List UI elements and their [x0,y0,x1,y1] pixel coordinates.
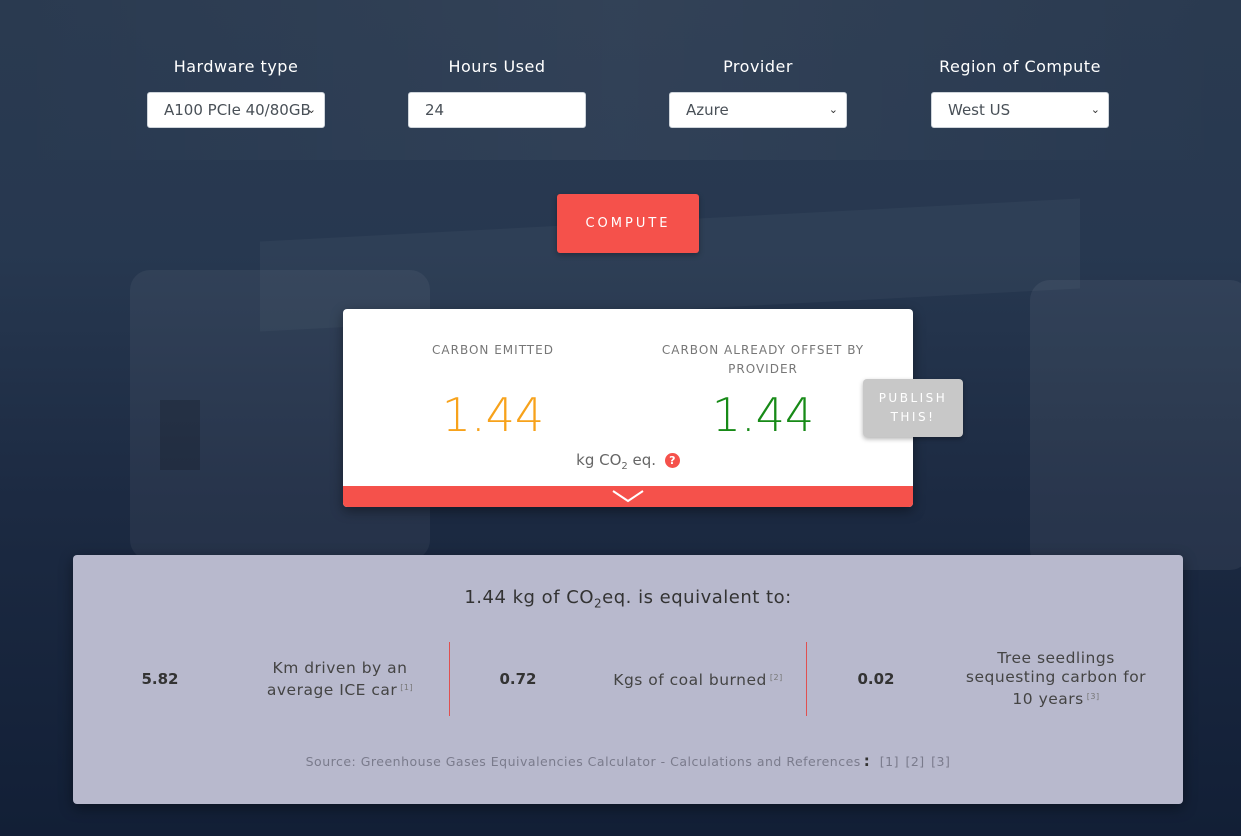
unit-prefix: kg CO [576,451,622,469]
equivalent-description: Km driven by an average ICE car [1] [240,642,440,716]
description-text: Km driven by an average ICE car [266,658,408,699]
provider-field: Provider Azure ⌄ [669,56,847,128]
heading-suffix: eq. is equivalent to: [602,587,792,608]
source-link-1[interactable]: [1] [880,754,899,769]
hardware-type-value: A100 PCIe 40/80GB [164,101,311,119]
equivalent-value: 0.72 [499,670,537,688]
hardware-type-field: Hardware type A100 PCIe 40/80GB ⌄ [147,56,325,128]
carbon-offset-title: CARBON ALREADY OFFSET BY PROVIDER [661,343,865,376]
background-shape [1030,280,1241,570]
calculator-form: Hardware type A100 PCIe 40/80GB ⌄ Hours … [0,56,1241,136]
description-text: Kgs of coal burned [613,671,767,689]
hours-used-value: 24 [425,101,445,119]
reference-marker: [2] [769,673,783,682]
provider-label: Provider [723,57,793,76]
source-colon: : [863,752,871,770]
heading-subscript: 2 [594,596,603,611]
expand-bar[interactable] [343,486,913,507]
heading-prefix: 1.44 kg of CO [464,587,594,608]
equivalent-value: 5.82 [141,670,179,688]
carbon-offset-value: 1.44 [711,388,815,442]
unit-suffix: eq. [627,451,657,469]
source-link-2[interactable]: [2] [905,754,924,769]
publish-button[interactable]: PUBLISH THIS! [863,379,963,437]
description-text: Tree seedlings sequesting carbon for 10 … [965,649,1147,708]
equivalent-description: Tree seedlings sequesting carbon for 10 … [956,642,1156,716]
region-field: Region of Compute West US ⌄ [931,56,1109,128]
provider-value: Azure [686,101,729,119]
reference-marker: [1] [400,682,414,692]
divider [806,642,807,716]
divider [449,642,450,716]
equivalents-panel: 1.44 kg of CO2eq. is equivalent to: 5.82… [73,555,1183,804]
equivalent-description: Kgs of coal burned [2] [598,642,798,716]
region-value: West US [948,101,1011,119]
carbon-emitted-value: 1.44 [441,388,545,442]
unit-label: kg CO2 eq. ? [343,451,913,472]
help-icon[interactable]: ? [664,453,680,468]
chevron-down-icon [612,490,644,503]
reference-marker: [3] [1086,692,1100,701]
provider-select[interactable]: Azure ⌄ [669,92,847,128]
hours-used-input[interactable]: 24 [408,92,586,128]
hours-used-label: Hours Used [448,57,546,76]
chevron-down-icon: ⌄ [306,103,316,116]
carbon-offset-column: CARBON ALREADY OFFSET BY PROVIDER 1.44 [643,341,883,443]
region-label: Region of Compute [939,57,1101,76]
equivalents-heading: 1.44 kg of CO2eq. is equivalent to: [73,587,1183,611]
carbon-emitted-column: CARBON EMITTED 1.44 [373,341,613,443]
background-shape [160,400,200,470]
hardware-type-label: Hardware type [173,57,299,76]
source-link-3[interactable]: [3] [931,754,950,769]
chevron-down-icon: ⌄ [828,103,838,116]
source-text: Source: Greenhouse Gases Equivalencies C… [305,754,861,769]
result-card: CARBON EMITTED 1.44 CARBON ALREADY OFFSE… [343,309,913,507]
source-line: Source: Greenhouse Gases Equivalencies C… [73,752,1183,770]
hardware-type-select[interactable]: A100 PCIe 40/80GB ⌄ [147,92,325,128]
equivalent-value: 0.02 [857,670,895,688]
carbon-emitted-title: CARBON EMITTED [432,343,554,357]
region-select[interactable]: West US ⌄ [931,92,1109,128]
compute-button[interactable]: COMPUTE [557,194,699,253]
hours-used-field: Hours Used 24 [408,56,586,128]
chevron-down-icon: ⌄ [1090,103,1100,116]
